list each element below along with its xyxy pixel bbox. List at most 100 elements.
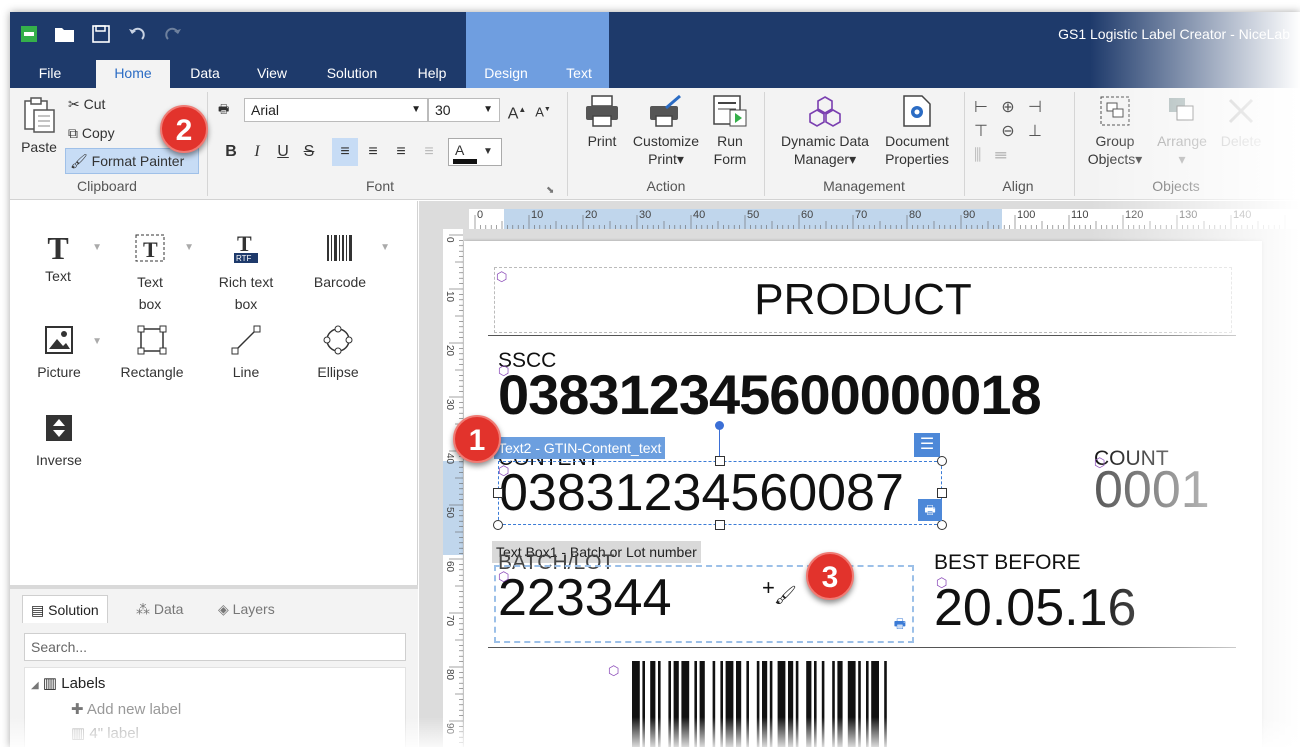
tool-text[interactable]: T Text ▼	[36, 231, 102, 287]
count-value[interactable]: 0001	[1094, 459, 1210, 521]
barcode-bar	[762, 661, 768, 747]
tool-rich-text-box[interactable]: T RTF Rich text box	[210, 231, 282, 315]
document-gear-icon	[903, 95, 931, 127]
gs1-barcode[interactable]	[632, 661, 1092, 747]
resize-handle[interactable]	[715, 520, 725, 530]
tab-view[interactable]: View	[246, 60, 298, 88]
font-size-select[interactable]: 30 ▼	[428, 98, 500, 122]
object-cube-icon: ⬡	[496, 269, 508, 284]
chevron-down-icon: ▼	[411, 104, 421, 115]
rectangle-icon	[137, 325, 167, 355]
ribbon: Paste ✂ Cut ⧉ Copy 🖌 Format Painter Clip…	[10, 88, 1300, 200]
ruler-label: 30	[444, 399, 455, 411]
tab-help[interactable]: Help	[408, 60, 456, 88]
document-properties-button[interactable]: Document Properties	[878, 94, 956, 168]
group-objects-button[interactable]: Group Objects▾	[1082, 94, 1148, 168]
divider	[567, 92, 568, 196]
tree-item-label[interactable]: ▥ 4" label	[71, 724, 139, 742]
product-text-box[interactable]: PRODUCT	[494, 267, 1232, 333]
dynamic-data-manager-button[interactable]: Dynamic Data Manager▾	[772, 94, 878, 168]
tab-design[interactable]: Design	[474, 60, 538, 88]
resize-handle[interactable]	[715, 456, 725, 466]
tool-line[interactable]: Line	[222, 325, 270, 383]
delete-button[interactable]: Delete	[1216, 94, 1266, 150]
align-bottom-edges-icon[interactable]: ⊥	[1028, 123, 1042, 140]
align-middles-icon[interactable]: ⊖	[1001, 123, 1014, 140]
tab-solution-panel[interactable]: ▤ Solution	[22, 595, 108, 623]
justify-button[interactable]: ≡	[416, 138, 442, 166]
tab-data-panel[interactable]: ⁂ Data	[128, 595, 191, 623]
strikethrough-button[interactable]: S	[296, 138, 322, 166]
sscc-value[interactable]: 038312345600000018	[498, 363, 1042, 427]
resize-handle[interactable]	[937, 456, 947, 466]
content-text-object[interactable]: 03831234560087	[498, 461, 942, 525]
dialog-launcher-icon[interactable]: ⬊	[546, 182, 554, 200]
align-centers-icon[interactable]: ⊕	[1001, 99, 1014, 116]
align-left-edges-icon[interactable]: ⊢	[974, 99, 988, 116]
save-icon[interactable]	[90, 23, 112, 45]
tool-ellipse[interactable]: Ellipse	[310, 325, 366, 383]
tab-data[interactable]: Data	[180, 60, 230, 88]
barcode-bar	[884, 661, 887, 747]
resize-handle[interactable]	[493, 520, 503, 530]
tool-rectangle[interactable]: Rectangle	[116, 325, 188, 383]
align-left-button[interactable]: ≡	[332, 138, 358, 166]
print-button[interactable]: Print	[578, 94, 626, 150]
shrink-font-button[interactable]: A▼	[530, 96, 556, 124]
tab-solution[interactable]: Solution	[316, 60, 388, 88]
copy-button[interactable]: ⧉ Copy	[68, 124, 115, 142]
resize-handle[interactable]	[493, 488, 503, 498]
align-right-button[interactable]: ≡	[388, 138, 414, 166]
undo-icon[interactable]	[126, 23, 148, 45]
open-folder-icon[interactable]	[54, 23, 76, 45]
align-group-label: Align	[1002, 178, 1034, 194]
vertical-ruler: 0 10 20 30 40 50 60 70 80 90	[443, 229, 463, 747]
arrange-button[interactable]: Arrange ▾	[1150, 94, 1214, 168]
tree-item-add-label[interactable]: ✚ Add new label	[71, 700, 181, 718]
distribute-horizontal-icon[interactable]: ⫼	[974, 147, 981, 164]
align-buttons: ⊢ ⊕ ⊣ ⊤ ⊖ ⊥ ⫼ ☰	[974, 96, 1054, 168]
delete-x-icon	[1228, 98, 1254, 124]
tab-layers-panel[interactable]: ◈ Layers	[210, 595, 283, 623]
print-variable-button[interactable]: 🖶	[918, 499, 942, 521]
align-center-button[interactable]: ≡	[360, 138, 386, 166]
tool-inverse[interactable]: Inverse	[30, 413, 88, 471]
add-label-text: Add new label	[86, 701, 182, 718]
customize-print-button[interactable]: Customize Print▾	[628, 94, 704, 168]
resize-handle[interactable]	[937, 520, 947, 530]
rich-text-icon: TRTF	[234, 231, 258, 263]
paste-button[interactable]: Paste	[16, 96, 62, 156]
tree-item-labels[interactable]: ◢ ▥ Labels	[31, 674, 105, 692]
design-canvas[interactable]: 0 10 20 30 40 50 60 70 80 90 100 110 120 130 140 0 10 20…	[419, 201, 1300, 747]
bold-button[interactable]: B	[218, 138, 244, 166]
resize-handle[interactable]	[937, 488, 947, 498]
font-color-button[interactable]: A ▼	[448, 138, 502, 166]
barcode-bar	[806, 661, 812, 747]
tool-picture[interactable]: Picture ▼	[32, 325, 102, 383]
barcode-bar	[866, 661, 869, 747]
best-before-value[interactable]: 20.05.16	[934, 577, 1136, 639]
align-right-edges-icon[interactable]: ⊣	[1028, 99, 1042, 116]
ruler-label: 140	[1233, 209, 1252, 221]
object-menu-button[interactable]: ☰	[914, 433, 940, 457]
tab-file[interactable]: File	[24, 60, 76, 88]
tab-text[interactable]: Text	[554, 60, 604, 88]
solution-search-input[interactable]: Search...	[24, 633, 406, 661]
doc-label-1: Document	[885, 133, 949, 149]
underline-button[interactable]: U	[270, 138, 296, 166]
label-paper[interactable]: PRODUCT ⬡ SSCC ⬡ 038312345600000018 CONT…	[464, 241, 1262, 747]
barcode-icon	[327, 235, 352, 261]
tab-home[interactable]: Home	[96, 60, 170, 88]
grow-font-button[interactable]: A▲	[504, 96, 530, 124]
distribute-vertical-icon[interactable]: ☰	[995, 147, 1007, 164]
cut-button[interactable]: ✂ Cut	[68, 95, 105, 113]
tool-text-box[interactable]: T Text box ▼	[128, 231, 194, 315]
text-box-label-2: box	[138, 296, 162, 312]
redo-icon[interactable]	[162, 23, 184, 45]
run-form-button[interactable]: Run Form	[706, 94, 754, 168]
font-family-select[interactable]: Arial ▼	[244, 98, 428, 122]
tool-barcode[interactable]: Barcode ▼	[308, 231, 390, 293]
rotation-handle[interactable]	[715, 421, 724, 430]
italic-button[interactable]: I	[244, 138, 270, 166]
align-top-edges-icon[interactable]: ⊤	[974, 123, 988, 140]
